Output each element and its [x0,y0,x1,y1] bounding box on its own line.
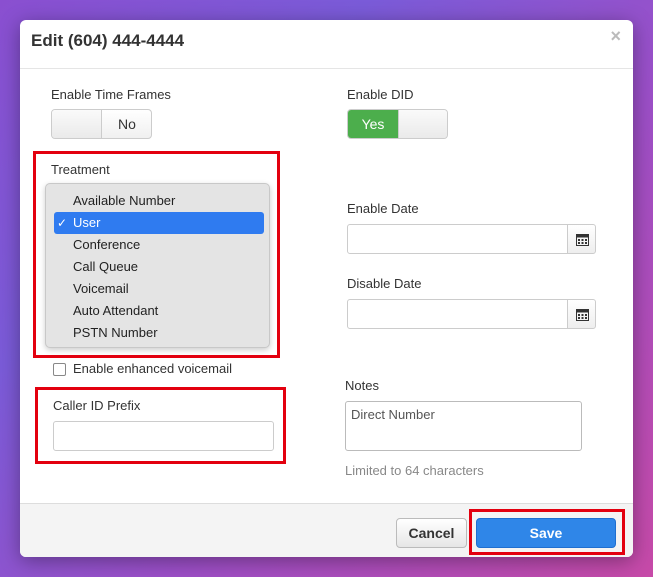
dialog-header: Edit (604) 444-4444 × [20,20,633,69]
treatment-highlight-box [33,151,280,358]
edit-number-dialog: Edit (604) 444-4444 × Enable Time Frames… [20,20,633,557]
disable-date-input[interactable] [347,299,569,329]
notes-label: Notes [345,378,379,393]
enhanced-voicemail-checkbox[interactable] [53,363,66,376]
cancel-button[interactable]: Cancel [396,518,467,548]
notes-hint: Limited to 64 characters [345,463,484,478]
caller-id-highlight-box [35,387,286,464]
did-label: Enable DID [347,87,414,102]
disable-date-label: Disable Date [347,276,422,291]
toggle-value: No [118,116,136,132]
toggle-knob [398,110,447,138]
enable-date-calendar-button[interactable] [567,224,596,254]
toggle-value: Yes [348,110,398,138]
enable-date-label: Enable Date [347,201,419,216]
enhanced-voicemail-label: Enable enhanced voicemail [73,361,232,376]
calendar-icon [576,309,589,321]
dialog-title: Edit (604) 444-4444 [31,31,185,50]
enable-date-input[interactable] [347,224,569,254]
time-frames-toggle[interactable]: No [51,109,152,139]
close-icon[interactable]: × [610,26,621,47]
toggle-knob [52,110,102,138]
time-frames-label: Enable Time Frames [51,87,171,102]
notes-textarea[interactable]: Direct Number [345,401,582,451]
save-highlight-box [469,509,625,555]
did-toggle[interactable]: Yes [347,109,448,139]
calendar-icon [576,234,589,246]
disable-date-calendar-button[interactable] [567,299,596,329]
